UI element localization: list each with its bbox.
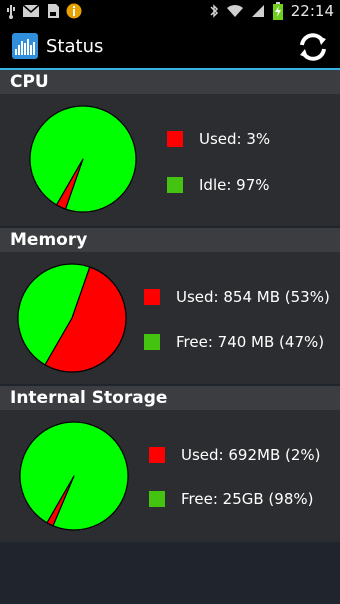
idle-swatch [167, 177, 183, 193]
wifi-icon [226, 4, 243, 17]
memory-free-label: Free: 740 MB (47%) [176, 333, 325, 351]
used-swatch [144, 289, 160, 305]
free-swatch [149, 491, 165, 507]
section-header-storage: Internal Storage [0, 386, 340, 410]
cpu-panel: Used: 3% Idle: 97% [0, 94, 340, 226]
storage-used-label: Used: 692MB (2%) [181, 446, 321, 464]
usb-icon [7, 5, 15, 19]
action-bar: Status [0, 24, 340, 70]
section-header-memory: Memory [0, 228, 340, 252]
storage-free-label: Free: 25GB (98%) [181, 490, 314, 508]
memory-panel: Used: 854 MB (53%) Free: 740 MB (47%) [0, 252, 340, 384]
memory-used-legend: Used: 854 MB (53%) [144, 288, 330, 306]
cpu-idle-label: Idle: 97% [199, 176, 270, 194]
storage-panel: Used: 692MB (2%) Free: 25GB (98%) [0, 410, 340, 542]
signal-icon [251, 5, 264, 17]
storage-free-legend: Free: 25GB (98%) [149, 490, 313, 508]
free-swatch [144, 334, 160, 350]
used-swatch [149, 447, 165, 463]
notification-icons [6, 3, 82, 19]
system-icons: 22:14 [209, 2, 334, 20]
mail-icon [22, 4, 40, 17]
app-title: Status [46, 36, 104, 57]
status-bar: 22:14 [0, 0, 340, 24]
cpu-idle-legend: Idle: 97% [167, 176, 270, 194]
cpu-pie-chart [29, 105, 137, 213]
storage-used-legend: Used: 692MB (2%) [149, 446, 321, 464]
clock: 22:14 [290, 2, 334, 20]
bluetooth-icon [210, 4, 218, 18]
memory-used-label: Used: 854 MB (53%) [176, 288, 330, 306]
storage-pie-chart [19, 421, 129, 531]
memory-free-legend: Free: 740 MB (47%) [144, 333, 324, 351]
used-swatch [167, 131, 183, 147]
cpu-used-label: Used: 3% [199, 130, 271, 148]
section-header-cpu: CPU [0, 70, 340, 94]
battery-icon [272, 2, 283, 20]
refresh-button[interactable] [296, 30, 330, 64]
sd-card-icon [48, 4, 59, 18]
app-logo-icon[interactable] [12, 33, 38, 59]
memory-pie-chart [17, 263, 127, 373]
info-icon [66, 3, 82, 19]
cpu-used-legend: Used: 3% [167, 130, 270, 148]
